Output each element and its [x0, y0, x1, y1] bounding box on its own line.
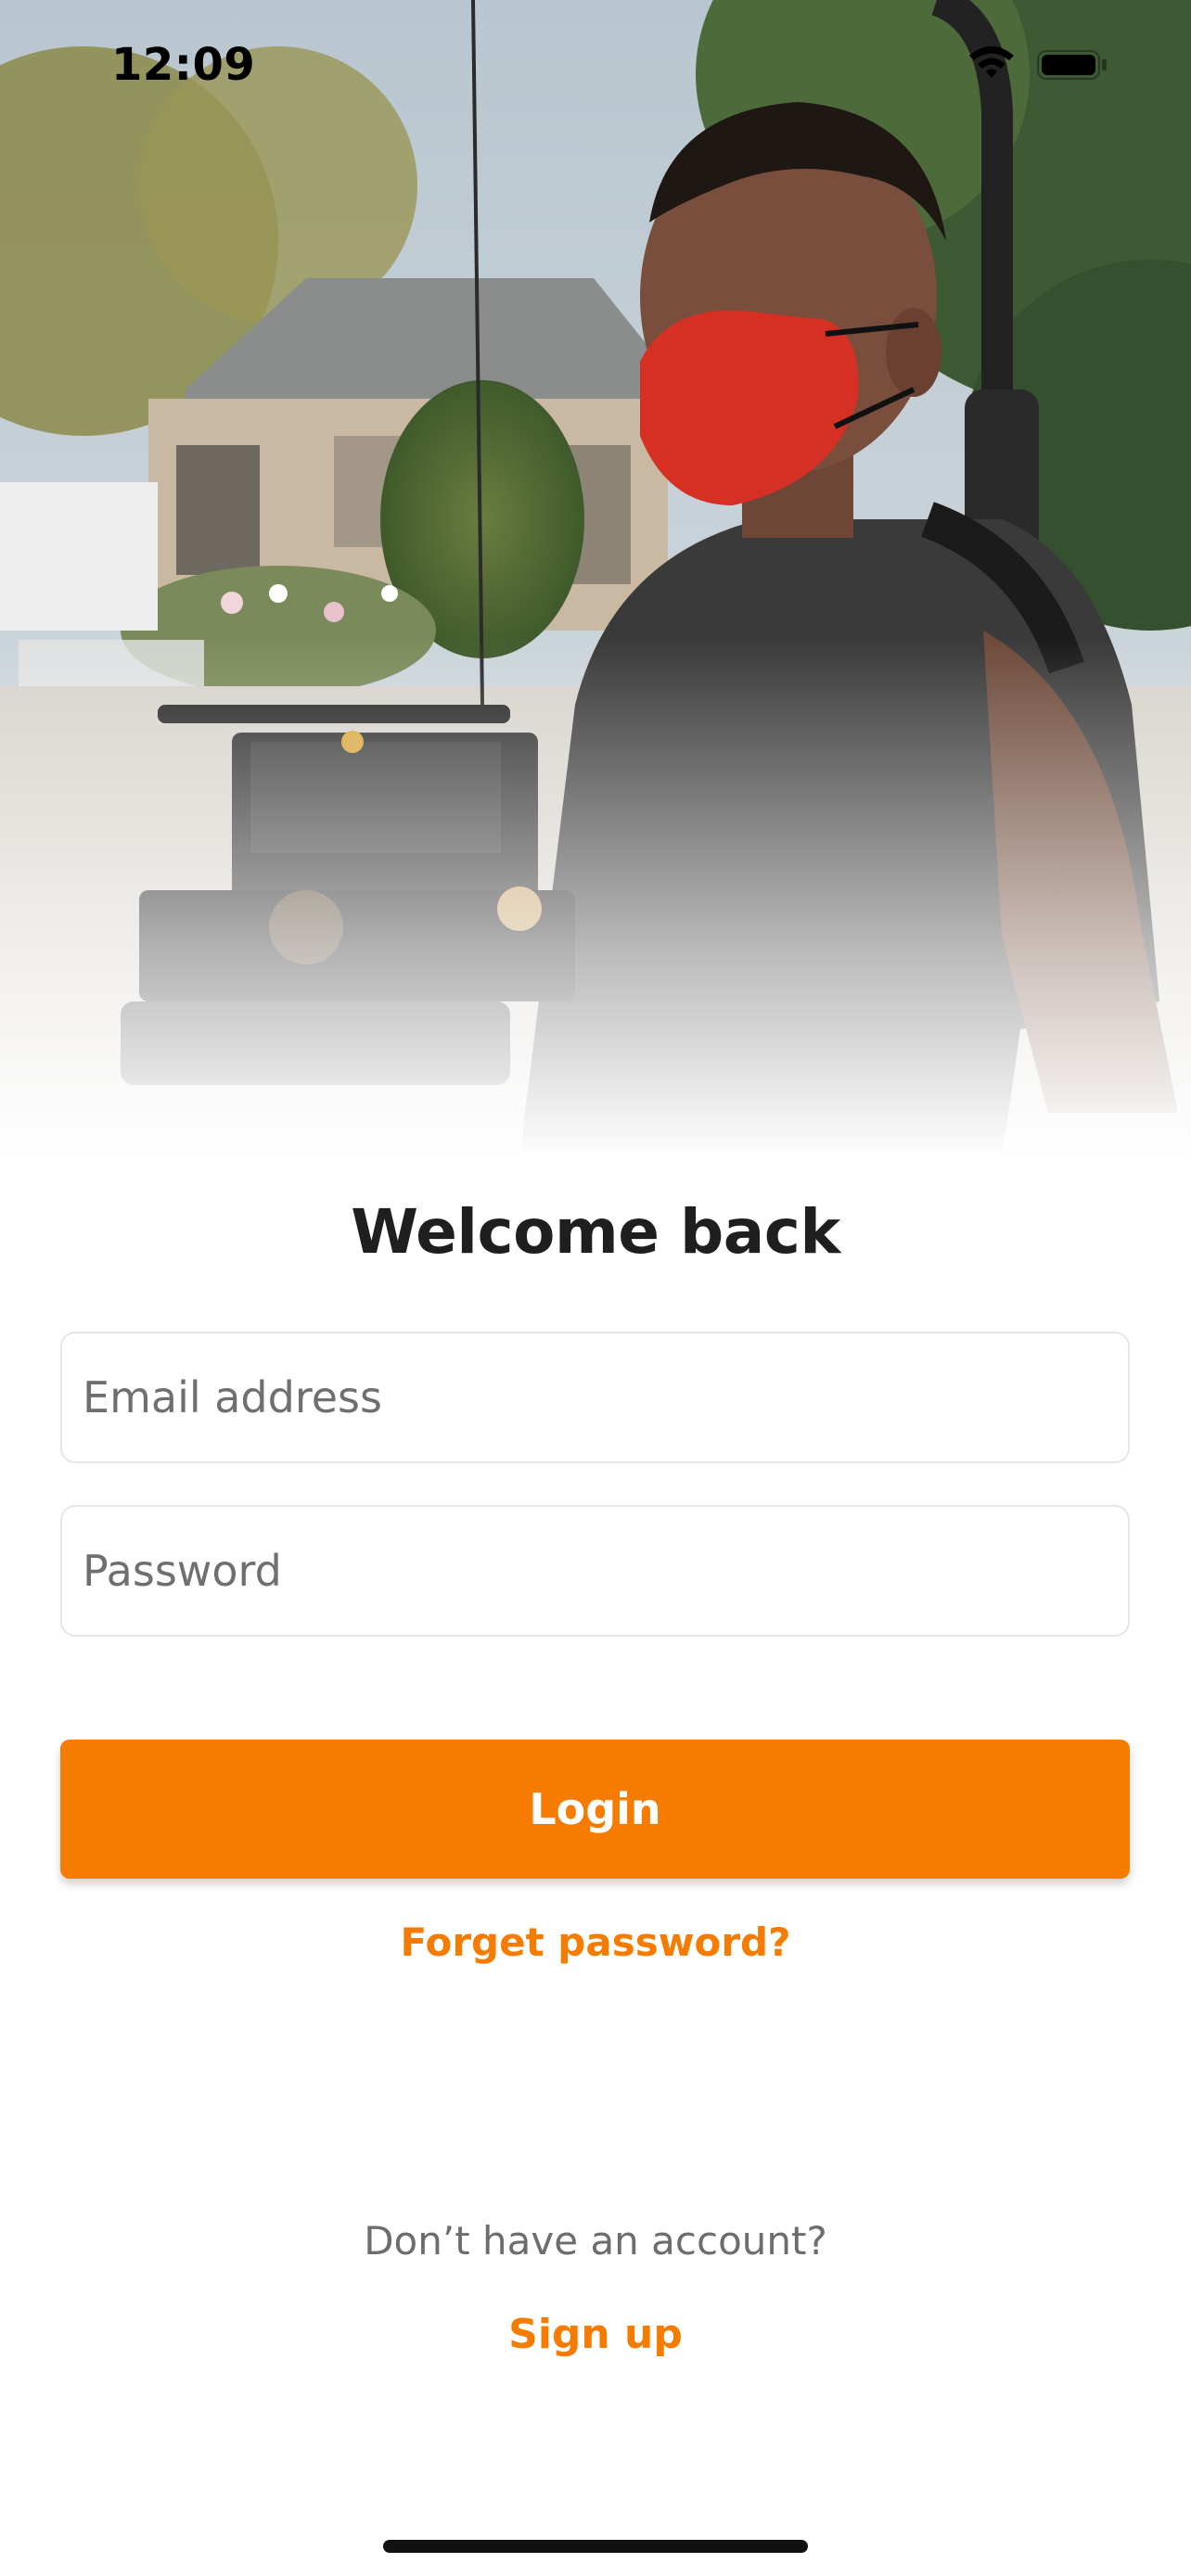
- sign-up-link[interactable]: Sign up: [0, 2311, 1191, 2358]
- status-time: 12:09: [111, 39, 256, 91]
- status-bar: 12:09: [0, 0, 1191, 130]
- page-title: Welcome back: [351, 1196, 840, 1268]
- status-icons: [967, 46, 1108, 83]
- password-field[interactable]: [60, 1505, 1130, 1637]
- hero-image: [0, 0, 1191, 1159]
- forgot-password-link[interactable]: Forget password?: [0, 1919, 1191, 1965]
- login-button[interactable]: Login: [60, 1740, 1130, 1879]
- login-screen: 12:09 Welcome back Login Forget password…: [0, 0, 1191, 2576]
- home-indicator[interactable]: [383, 2540, 808, 2553]
- no-account-text: Don’t have an account?: [364, 2218, 827, 2264]
- wifi-icon: [969, 46, 1014, 78]
- battery-icon: [1037, 50, 1107, 80]
- email-field[interactable]: [60, 1332, 1130, 1463]
